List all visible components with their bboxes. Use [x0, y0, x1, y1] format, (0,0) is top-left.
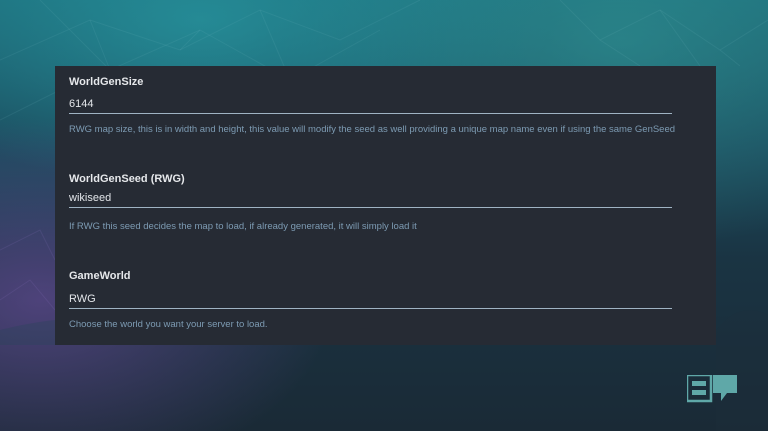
logo-shape: [685, 373, 737, 403]
setting-help-text: If RWG this seed decides the map to load…: [69, 221, 417, 232]
gameworld-input[interactable]: RWG: [69, 289, 672, 309]
setting-label: WorldGenSeed (RWG): [69, 173, 185, 185]
server-settings-panel: WorldGenSize 6144 RWG map size, this is …: [55, 66, 716, 345]
setting-label: GameWorld: [69, 270, 131, 282]
setting-help-text: Choose the world you want your server to…: [69, 319, 268, 330]
worldgenseed-input[interactable]: wikiseed: [69, 188, 672, 208]
setting-help-text: RWG map size, this is in width and heigh…: [69, 124, 676, 135]
gameserver-logo-icon: [685, 373, 739, 403]
setting-label: WorldGenSize: [69, 76, 144, 88]
worldgensize-input[interactable]: 6144: [69, 94, 672, 114]
